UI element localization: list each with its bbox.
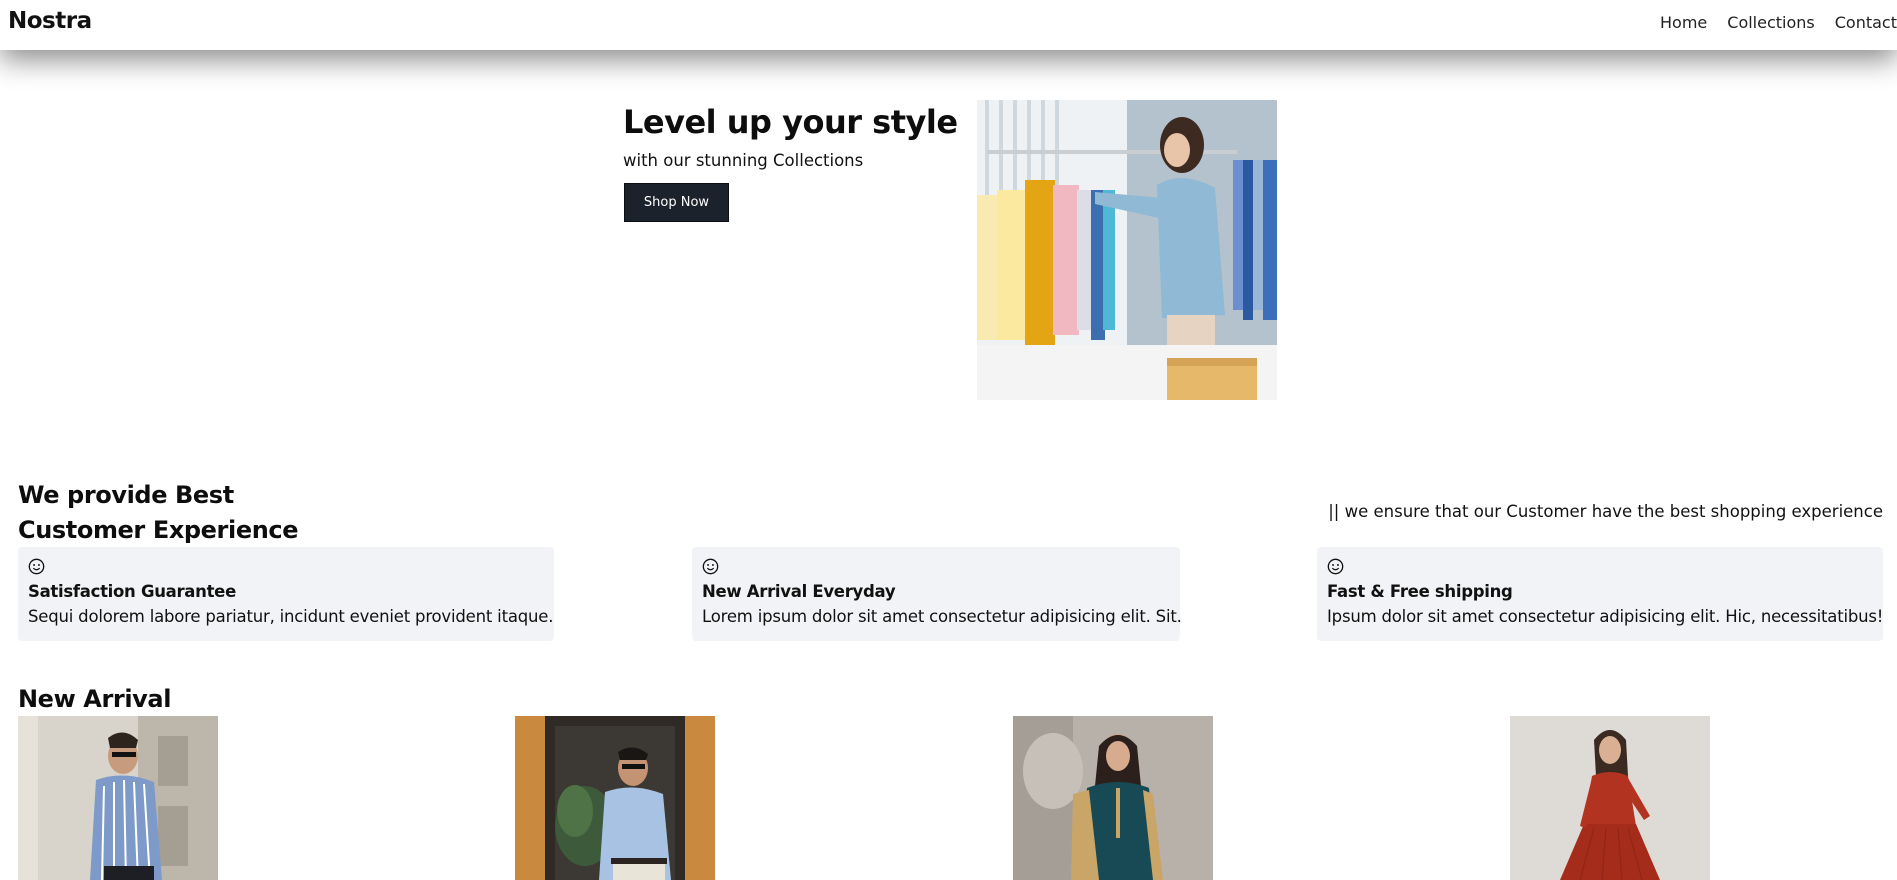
experience-title: We provide Best Customer Experience xyxy=(18,481,299,544)
hero-image xyxy=(977,100,1277,400)
feature-card-new-arrival: New Arrival Everyday Lorem ipsum dolor s… xyxy=(692,547,1182,641)
product-image-3[interactable] xyxy=(1013,716,1213,880)
feature-text: Sequi dolorem labore pariatur, incidunt … xyxy=(28,607,554,626)
navbar: Nostra Home Collections Contact xyxy=(0,0,1897,50)
brand-logo[interactable]: Nostra xyxy=(8,8,92,34)
nav-contact-link[interactable]: Contact xyxy=(1835,13,1897,32)
new-arrival-title: New Arrival xyxy=(18,685,172,713)
shop-now-button[interactable]: Shop Now xyxy=(624,183,729,222)
feature-title: New Arrival Everyday xyxy=(702,582,896,601)
nav-home-link[interactable]: Home xyxy=(1660,13,1707,32)
feature-title: Fast & Free shipping xyxy=(1327,582,1513,601)
smiley-icon xyxy=(1327,558,1344,575)
nav-links: Home Collections Contact xyxy=(1640,13,1897,32)
smiley-icon xyxy=(702,558,719,575)
hero-subtitle: with our stunning Collections xyxy=(623,151,864,170)
hero-title: Level up your style xyxy=(623,103,958,141)
feature-text: Lorem ipsum dolor sit amet consectetur a… xyxy=(702,607,1182,626)
feature-text: Ipsum dolor sit amet consectetur adipisi… xyxy=(1327,607,1884,626)
product-image-2[interactable] xyxy=(515,716,715,880)
feature-title: Satisfaction Guarantee xyxy=(28,582,236,601)
experience-tagline: || we ensure that our Customer have the … xyxy=(1328,502,1883,521)
product-image-4[interactable] xyxy=(1510,716,1710,880)
feature-card-satisfaction: Satisfaction Guarantee Sequi dolorem lab… xyxy=(18,547,554,641)
product-image-1[interactable] xyxy=(18,716,218,880)
nav-collections-link[interactable]: Collections xyxy=(1727,13,1814,32)
smiley-icon xyxy=(28,558,45,575)
feature-card-shipping: Fast & Free shipping Ipsum dolor sit ame… xyxy=(1317,547,1883,641)
